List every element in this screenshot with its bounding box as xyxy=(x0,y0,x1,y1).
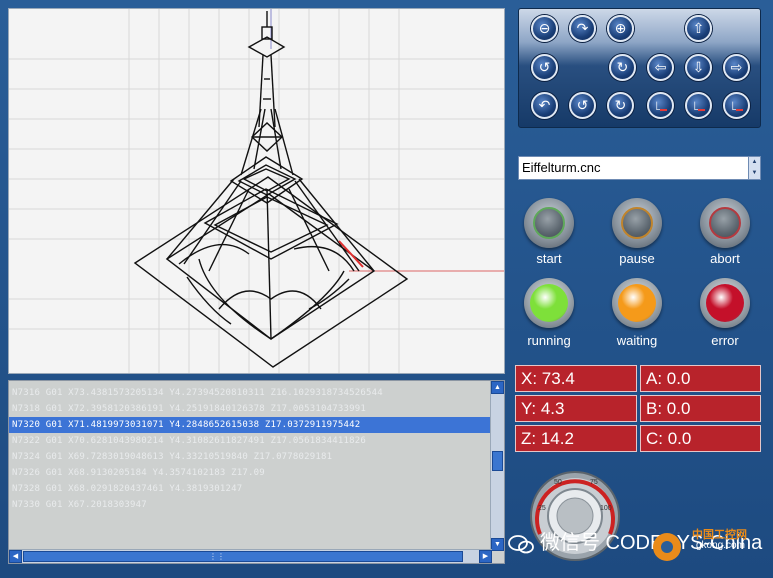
rotate-right-icon[interactable]: ↻ xyxy=(609,54,636,81)
waiting-lamp xyxy=(612,278,662,328)
error-lamp xyxy=(700,278,750,328)
toolpath-viewport[interactable] xyxy=(8,8,505,374)
scroll-down-icon[interactable]: ▼ xyxy=(491,538,504,551)
knob-tick-label: 50 xyxy=(554,479,562,486)
view-navigation-panel: ⊖ ↷ ⊕ ⇧ ↺ ↻ ⇦ ⇩ ⇨ ↶ ↺ ↻ ∟ ∟ ∟ xyxy=(518,8,761,128)
site-url: gkong.com xyxy=(696,540,745,551)
rotate-icon[interactable]: ↷ xyxy=(569,15,596,42)
view-axis-yz-icon[interactable]: ∟ xyxy=(723,92,750,119)
zoom-in-icon[interactable]: ⊕ xyxy=(607,15,634,42)
start-label: start xyxy=(536,251,562,266)
coord-x: X: 73.4 xyxy=(515,365,637,392)
wechat-icon xyxy=(508,535,534,554)
knob-tick-label: 25 xyxy=(538,505,546,512)
abort-label: abort xyxy=(710,251,740,266)
horizontal-scrollbar[interactable]: ◀ ⋮⋮ ▶ xyxy=(9,549,492,563)
gcode-line[interactable]: N7324 G01 X69.7283019048613 Y4.332105198… xyxy=(9,449,492,465)
eiffel-tower-wireframe xyxy=(9,9,504,373)
scroll-left-icon[interactable]: ◀ xyxy=(9,550,22,563)
start-button[interactable] xyxy=(524,198,574,248)
gcode-line-selected[interactable]: N7320 G01 X71.4819973031071 Y4.284865261… xyxy=(9,417,492,433)
waiting-label: waiting xyxy=(616,333,658,348)
pause-label: pause xyxy=(619,251,655,266)
coord-z: Z: 14.2 xyxy=(515,425,637,452)
gcode-listing[interactable]: N7316 G01 X73.4381573205134 Y4.273945208… xyxy=(8,380,505,564)
abort-button[interactable] xyxy=(700,198,750,248)
gcode-line[interactable]: N7316 G01 X73.4381573205134 Y4.273945208… xyxy=(9,385,492,401)
coord-a: A: 0.0 xyxy=(640,365,761,392)
file-select-value: Eiffelturm.cnc xyxy=(522,160,601,175)
coord-c: C: 0.0 xyxy=(640,425,761,452)
gcode-line[interactable]: N7322 G01 X70.6281043980214 Y4.310826118… xyxy=(9,433,492,449)
gcode-line[interactable]: N7328 G01 X68.0291820437461 Y4.381930124… xyxy=(9,481,492,497)
gcode-lines: N7316 G01 X73.4381573205134 Y4.273945208… xyxy=(9,385,492,513)
thumb-grip-icon: ⋮⋮ xyxy=(209,552,225,561)
knob-tick-label: 100 xyxy=(600,505,612,512)
vertical-scrollbar[interactable]: ▲ ▼ xyxy=(490,381,504,551)
gkong-logo: 中国工控网 gkong.com xyxy=(640,514,773,578)
gcode-line[interactable]: N7330 G01 X67.2018303947 xyxy=(9,497,492,513)
view-axis-xz-icon[interactable]: ∟ xyxy=(685,92,712,119)
arrow-down-icon[interactable]: ⇩ xyxy=(685,54,712,81)
running-label: running xyxy=(527,333,571,348)
gcode-line[interactable]: N7326 G01 X68.9130205184 Y4.3574102183 Z… xyxy=(9,465,492,481)
cnc-control-window: N7316 G01 X73.4381573205134 Y4.273945208… xyxy=(0,0,773,578)
gear-icon xyxy=(653,533,681,561)
pause-button[interactable] xyxy=(612,198,662,248)
scroll-right-icon[interactable]: ▶ xyxy=(479,550,492,563)
gcode-line[interactable]: N7318 G01 X72.3958120386191 Y4.251918401… xyxy=(9,401,492,417)
coord-b: B: 0.0 xyxy=(640,395,761,422)
file-select-spinner-icon[interactable]: ▲ ▼ xyxy=(748,157,760,179)
rotate-left-icon[interactable]: ↺ xyxy=(531,54,558,81)
rotate-cw-icon[interactable]: ↻ xyxy=(607,92,634,119)
scroll-up-icon[interactable]: ▲ xyxy=(491,381,504,394)
error-label: error xyxy=(711,333,739,348)
arrow-left-icon[interactable]: ⇦ xyxy=(647,54,674,81)
file-select[interactable]: Eiffelturm.cnc ▲ ▼ xyxy=(518,156,761,180)
rotate-down-icon[interactable]: ↺ xyxy=(569,92,596,119)
grid-lines xyxy=(9,9,504,373)
knob-tick-label: 75 xyxy=(590,479,598,486)
rotate-ccw-icon[interactable]: ↶ xyxy=(531,92,558,119)
zoom-out-icon[interactable]: ⊖ xyxy=(531,15,558,42)
arrow-right-icon[interactable]: ⇨ xyxy=(723,54,750,81)
arrow-up-icon[interactable]: ⇧ xyxy=(685,15,712,42)
coord-y: Y: 4.3 xyxy=(515,395,637,422)
view-axis-xy-icon[interactable]: ∟ xyxy=(647,92,674,119)
running-lamp xyxy=(524,278,574,328)
horizontal-scroll-thumb[interactable]: ⋮⋮ xyxy=(23,551,463,562)
vertical-scroll-thumb[interactable] xyxy=(492,451,503,471)
